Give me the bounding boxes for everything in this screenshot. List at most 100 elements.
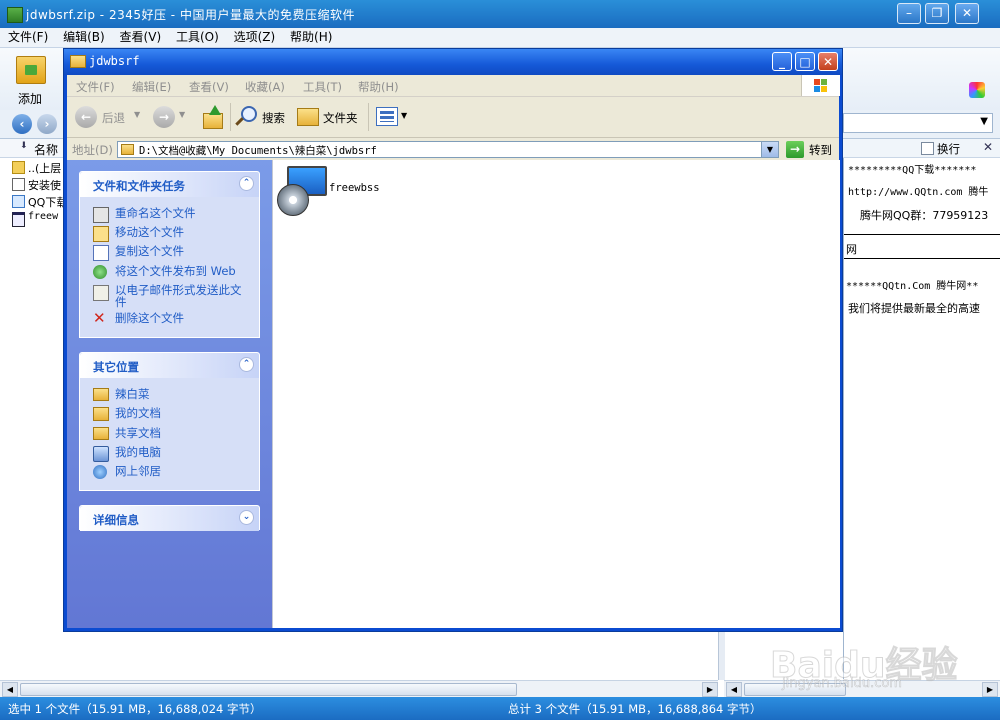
list-item[interactable]: freew <box>12 211 66 227</box>
forward-dropdown-icon[interactable]: ▼ <box>179 110 185 119</box>
watermark-url: jingyan.baidu.com <box>782 676 902 692</box>
menu-tools[interactable]: 工具(T) <box>303 79 342 95</box>
back-label[interactable]: 后退 <box>102 110 125 126</box>
minimize-button[interactable]: _ <box>772 52 792 71</box>
toolbar-separator <box>368 103 369 131</box>
scroll-left-icon[interactable]: ◀ <box>2 682 18 697</box>
bg-path-dropdown-icon[interactable]: ▼ <box>980 116 988 127</box>
scroll-thumb[interactable] <box>20 683 517 696</box>
menu-favorites[interactable]: 收藏(A) <box>245 79 285 95</box>
scroll-left-icon[interactable]: ◀ <box>726 682 742 697</box>
bg-back-icon[interactable]: ‹ <box>12 114 32 134</box>
explorer-toolbar: ← 后退 ▼ → ▼ 搜索 文件夹 ▼ <box>67 97 839 138</box>
bg-list-header[interactable]: ⬇ 名称 <box>0 139 66 158</box>
menu-view[interactable]: 查看(V) <box>189 79 229 95</box>
bg-comment-header: 换行 ✕ <box>843 139 1000 158</box>
bg-path-field[interactable]: ▼ <box>843 113 993 133</box>
bg-menu-help[interactable]: 帮助(H) <box>290 30 332 44</box>
wrap-label: 换行 <box>937 142 960 156</box>
place-labaicai[interactable]: 辣白菜 <box>115 388 150 400</box>
bg-menu-tools[interactable]: 工具(O) <box>176 30 219 44</box>
file-item[interactable] <box>277 166 327 216</box>
bg-menu-file[interactable]: 文件(F) <box>8 30 48 44</box>
bg-minimize-button[interactable]: – <box>897 3 921 24</box>
address-path: D:\文档@收藏\My Documents\辣白菜\jdwbsrf <box>139 145 377 157</box>
bg-close-button[interactable]: ✕ <box>955 3 979 24</box>
toolbar-separator <box>230 103 231 131</box>
place-shared-documents[interactable]: 共享文档 <box>115 427 161 439</box>
task-publish-web[interactable]: 将这个文件发布到 Web <box>115 265 236 277</box>
task-copy[interactable]: 复制这个文件 <box>115 245 184 257</box>
views-icon[interactable] <box>376 107 398 126</box>
list-item[interactable]: QQ下载 <box>12 194 67 209</box>
collapse-chevron-icon[interactable]: ⌃ <box>239 176 254 191</box>
task-delete[interactable]: 删除这个文件 <box>115 312 184 324</box>
back-dropdown-icon[interactable]: ▼ <box>134 110 140 119</box>
file-tasks-title: 文件和文件夹任务 <box>93 179 185 193</box>
bg-app-titlebar: jdwbsrf.zip - 2345好压 - 中国用户量最大的免费压缩软件 – … <box>0 0 1000 28</box>
back-arrow-icon[interactable]: ← <box>75 106 97 128</box>
comment-line: ******QQtn.Com 腾牛网** <box>846 281 979 292</box>
up-folder-icon[interactable] <box>201 105 223 129</box>
bg-splitter[interactable] <box>718 630 725 680</box>
folders-icon[interactable] <box>297 108 319 126</box>
comment-line: 网 <box>846 243 857 256</box>
go-arrow-icon[interactable]: → <box>786 141 804 158</box>
address-field[interactable]: D:\文档@收藏\My Documents\辣白菜\jdwbsrf ▼ <box>117 141 779 158</box>
collapse-chevron-icon[interactable]: ⌃ <box>239 357 254 372</box>
wrap-checkbox[interactable] <box>921 142 934 155</box>
bg-comment-pane: *********QQ下载******* http://www.QQtn.com… <box>843 139 1000 679</box>
bg-restore-button[interactable]: ❐ <box>925 3 949 24</box>
bg-app-title: jdwbsrf.zip - 2345好压 - 中国用户量最大的免费压缩软件 <box>26 8 355 22</box>
file-tasks-header[interactable]: 文件和文件夹任务 ⌃ <box>80 172 259 197</box>
bg-menu-view[interactable]: 查看(V) <box>120 30 162 44</box>
baidu-watermark: Baidu经验 jingyan.baidu.com <box>769 636 990 696</box>
bg-list-scrollbar[interactable]: ◀ ▶ <box>0 680 718 697</box>
bg-menu-edit[interactable]: 编辑(B) <box>63 30 105 44</box>
menu-edit[interactable]: 编辑(E) <box>132 79 171 95</box>
other-places-header[interactable]: 其它位置 ⌃ <box>80 353 259 378</box>
cd-disc-icon <box>277 184 309 216</box>
details-header[interactable]: 详细信息 ⌄ <box>80 506 259 531</box>
task-email[interactable]: 以电子邮件形式发送此文件 <box>115 284 245 308</box>
ie-link-icon <box>12 195 25 208</box>
go-button[interactable]: 转到 <box>809 142 832 158</box>
place-network[interactable]: 网上邻居 <box>115 465 161 477</box>
search-label[interactable]: 搜索 <box>262 110 285 126</box>
address-dropdown-icon[interactable]: ▼ <box>761 142 778 157</box>
bg-col-name[interactable]: 名称 <box>34 141 58 158</box>
views-dropdown-icon[interactable]: ▼ <box>401 111 407 120</box>
menu-file[interactable]: 文件(F) <box>76 79 115 95</box>
exe-file-icon <box>12 212 25 227</box>
file-name[interactable]: freewbss <box>329 182 380 194</box>
list-item[interactable]: ..(上层 <box>12 160 66 175</box>
bg-menu-options[interactable]: 选项(Z) <box>234 30 276 44</box>
scroll-right-icon[interactable]: ▶ <box>702 682 718 697</box>
folders-label[interactable]: 文件夹 <box>323 110 358 126</box>
bg-menubar: 文件(F) 编辑(B) 查看(V) 工具(O) 选项(Z) 帮助(H) <box>0 28 1000 48</box>
menu-help[interactable]: 帮助(H) <box>358 79 399 95</box>
close-button[interactable]: ✕ <box>818 52 838 71</box>
task-rename[interactable]: 重命名这个文件 <box>115 207 196 219</box>
comment-close-icon[interactable]: ✕ <box>983 140 993 154</box>
place-my-computer[interactable]: 我的电脑 <box>115 446 161 458</box>
task-move[interactable]: 移动这个文件 <box>115 226 184 238</box>
list-item[interactable]: 安装使 <box>12 177 66 192</box>
bg-forward-icon[interactable]: › <box>37 114 57 134</box>
maximize-button[interactable]: □ <box>795 52 815 71</box>
other-places-title: 其它位置 <box>93 360 139 374</box>
explorer-title: jdwbsrf <box>89 54 140 68</box>
folder-up-icon <box>12 161 25 174</box>
search-icon[interactable] <box>235 106 257 128</box>
folder-icon <box>93 388 109 401</box>
skin-icon[interactable] <box>969 82 985 98</box>
expand-chevron-icon[interactable]: ⌄ <box>239 510 254 525</box>
place-my-documents[interactable]: 我的文档 <box>115 407 161 419</box>
file-tasks-group: 文件和文件夹任务 ⌃ 重命名这个文件 移动这个文件 复制这个文件 将这个文件发布… <box>79 171 260 338</box>
forward-arrow-icon[interactable]: → <box>153 106 175 128</box>
explorer-titlebar[interactable]: jdwbsrf _ □ ✕ <box>64 49 842 75</box>
add-button[interactable]: 添加 <box>12 54 48 106</box>
comment-divider <box>844 234 1000 235</box>
address-folder-icon <box>121 144 134 155</box>
publish-web-icon <box>93 265 107 279</box>
